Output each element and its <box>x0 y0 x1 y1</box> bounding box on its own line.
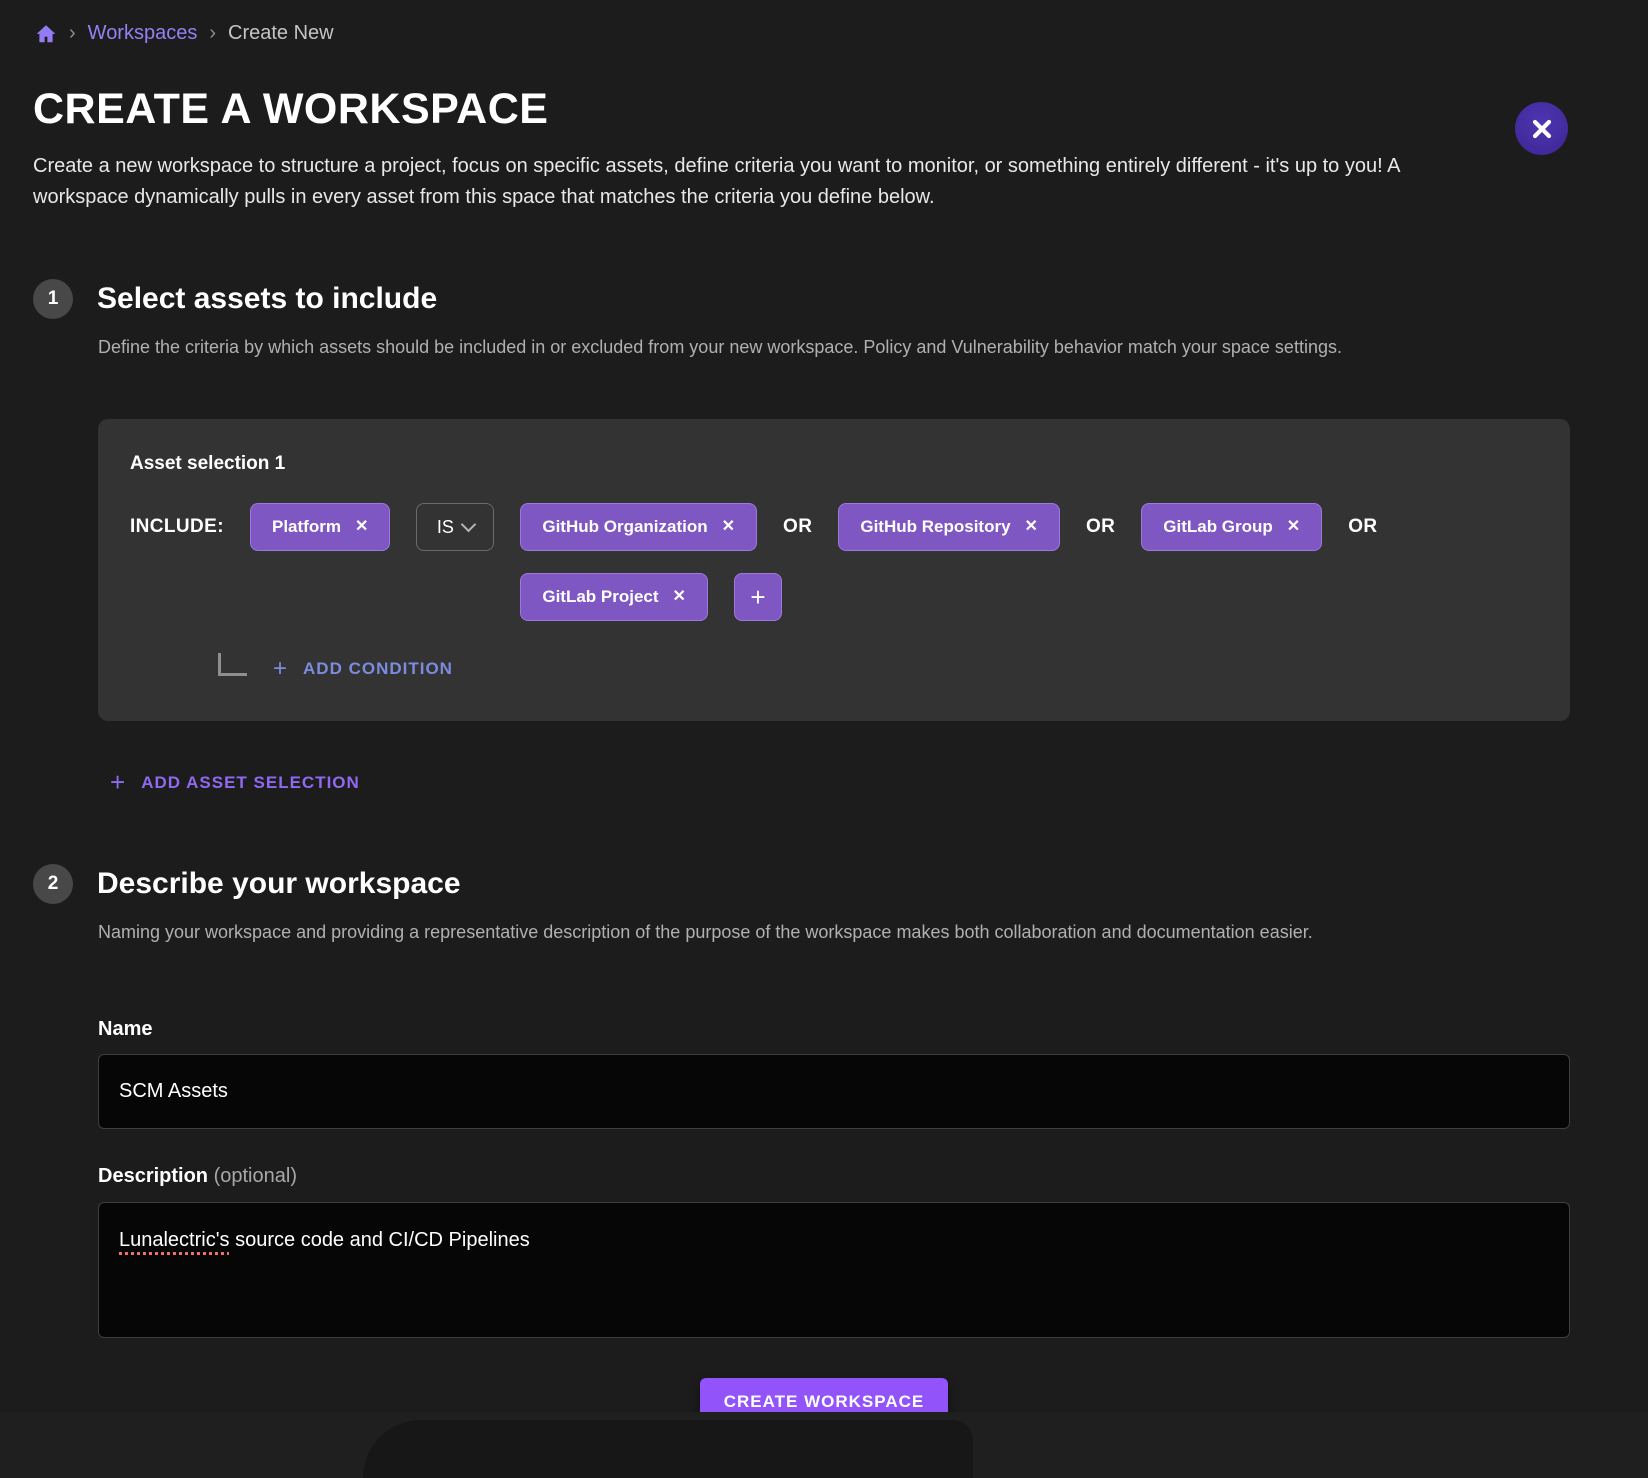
step-2-header: 2 Describe your workspace <box>33 864 1648 904</box>
remove-icon[interactable]: ✕ <box>1025 519 1038 535</box>
chip-github-repository[interactable]: GitHub Repository ✕ <box>838 503 1060 551</box>
chip-github-organization[interactable]: GitHub Organization ✕ <box>520 503 757 551</box>
plus-icon: + <box>750 582 765 613</box>
remove-icon[interactable]: ✕ <box>1287 519 1300 535</box>
step-2-badge: 2 <box>33 864 73 904</box>
bottom-shape-decoration <box>363 1420 973 1478</box>
include-label: INCLUDE: <box>130 503 224 551</box>
add-condition-row: + ADD CONDITION <box>218 655 1538 683</box>
step-2-title: Describe your workspace <box>97 867 461 901</box>
breadcrumb-separator: › <box>69 22 76 45</box>
add-condition-button[interactable]: + ADD CONDITION <box>273 655 453 683</box>
or-separator: OR <box>1348 516 1377 538</box>
remove-icon[interactable]: ✕ <box>355 519 368 535</box>
misspelled-word: Lunalectric's <box>119 1229 230 1251</box>
operator-label: IS <box>437 517 454 538</box>
page-title: CREATE A WORKSPACE <box>33 85 1648 133</box>
description-label-text: Description <box>98 1165 208 1187</box>
plus-icon: + <box>273 655 288 683</box>
step-1-header: 1 Select assets to include <box>33 279 1648 319</box>
breadcrumb-separator: › <box>209 22 216 45</box>
add-asset-selection-label: ADD ASSET SELECTION <box>141 773 360 793</box>
remove-icon[interactable]: ✕ <box>722 519 735 535</box>
operator-dropdown[interactable]: IS <box>416 503 494 551</box>
chip-gitlab-group[interactable]: GitLab Group ✕ <box>1141 503 1322 551</box>
chevron-down-icon <box>461 517 477 533</box>
name-label: Name <box>98 1018 1648 1041</box>
step-1-subtitle: Define the criteria by which assets shou… <box>98 335 1528 359</box>
add-value-button[interactable]: + <box>734 573 782 621</box>
breadcrumb-current: Create New <box>228 22 334 45</box>
branch-connector-icon <box>218 653 247 676</box>
or-separator: OR <box>783 516 812 538</box>
step-2-subtitle: Naming your workspace and providing a re… <box>98 920 1528 944</box>
home-icon[interactable] <box>35 23 57 45</box>
description-textarea[interactable]: Lunalectric's source code and CI/CD Pipe… <box>98 1202 1570 1338</box>
chip-gitlab-project[interactable]: GitLab Project ✕ <box>520 573 708 621</box>
add-condition-label: ADD CONDITION <box>303 659 453 679</box>
chip-label: GitLab Project <box>542 587 658 607</box>
value-chips-group: GitHub Organization ✕ OR GitHub Reposito… <box>520 503 1538 621</box>
asset-selection-panel: Asset selection 1 INCLUDE: Platform ✕ IS… <box>98 419 1570 721</box>
breadcrumb: › Workspaces › Create New <box>35 22 1648 45</box>
chip-label: Platform <box>272 517 341 537</box>
close-button[interactable] <box>1515 102 1568 155</box>
or-separator: OR <box>1086 516 1115 538</box>
plus-icon: + <box>110 767 126 798</box>
step-1-badge: 1 <box>33 279 73 319</box>
chip-label: GitHub Organization <box>542 517 707 537</box>
description-optional-label: (optional) <box>214 1165 297 1187</box>
description-label: Description (optional) <box>98 1165 1648 1188</box>
asset-selection-title: Asset selection 1 <box>130 453 1538 475</box>
page-intro: Create a new workspace to structure a pr… <box>33 151 1423 213</box>
description-text: source code and CI/CD Pipelines <box>230 1229 530 1251</box>
breadcrumb-link-workspaces[interactable]: Workspaces <box>88 22 198 45</box>
close-icon <box>1531 118 1553 140</box>
name-input[interactable] <box>98 1054 1570 1129</box>
chip-platform[interactable]: Platform ✕ <box>250 503 390 551</box>
add-asset-selection-button[interactable]: + ADD ASSET SELECTION <box>110 767 360 798</box>
chip-label: GitLab Group <box>1163 517 1273 537</box>
step-1-title: Select assets to include <box>97 282 437 316</box>
chip-label: GitHub Repository <box>860 517 1010 537</box>
condition-row: INCLUDE: Platform ✕ IS GitHub Organizati… <box>130 503 1538 621</box>
remove-icon[interactable]: ✕ <box>673 589 686 605</box>
